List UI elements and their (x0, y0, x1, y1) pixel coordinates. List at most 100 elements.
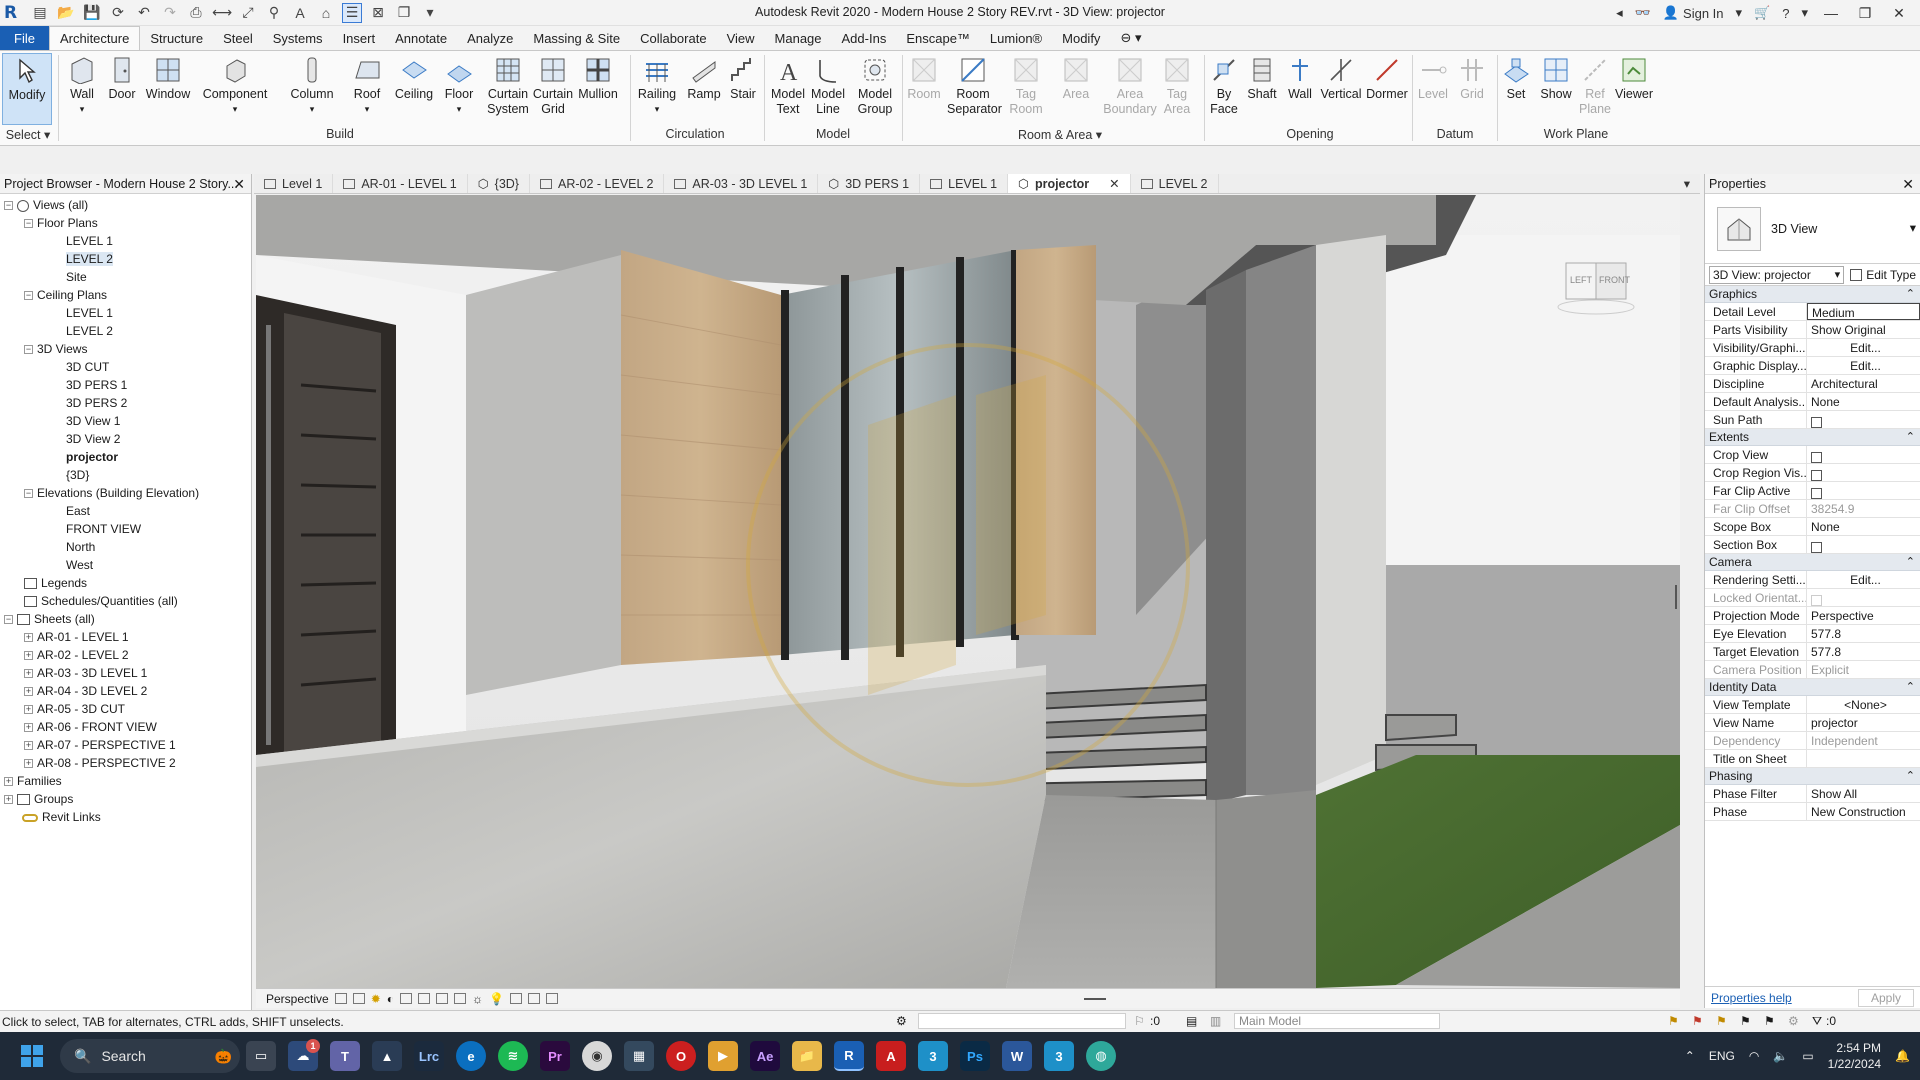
roof-button[interactable]: Roof ▾ (343, 53, 391, 117)
apply-button[interactable]: Apply (1857, 988, 1914, 1007)
dormer-button[interactable]: Dormer (1362, 53, 1412, 102)
workset-icon[interactable]: ⚙ (896, 1014, 907, 1028)
tab-massing-site[interactable]: Massing & Site (523, 26, 630, 50)
tab-annotate[interactable]: Annotate (385, 26, 457, 50)
far-clip-checkbox[interactable] (1811, 487, 1822, 499)
close-hidden-icon[interactable]: ⊠ (368, 3, 388, 23)
tab-analyze[interactable]: Analyze (457, 26, 523, 50)
switch-windows-icon[interactable]: ❐ (394, 3, 414, 23)
revit-taskbar-icon[interactable]: R (834, 1041, 864, 1071)
edge-icon[interactable]: e (456, 1041, 486, 1071)
binoculars-icon[interactable]: 👓 (1635, 5, 1651, 21)
thin-lines-icon[interactable]: ☰ (342, 2, 362, 23)
view-tab-ar-03[interactable]: AR-03 - 3D LEVEL 1 (664, 174, 819, 193)
undo-icon[interactable]: ↶ (134, 3, 154, 23)
type-selector-dropdown-icon[interactable]: ▾ (1910, 220, 1916, 235)
tag-area-button[interactable]: Tag Area (1152, 53, 1202, 117)
reveal-hidden-icon[interactable]: 💡 (489, 992, 504, 1006)
rendering-icon[interactable] (400, 993, 413, 1004)
prop-visibility-graphics[interactable]: Visibility/Graphi... Edit... (1705, 339, 1920, 357)
tab-architecture[interactable]: Architecture (48, 26, 141, 50)
column-button[interactable]: Column ▾ (286, 53, 338, 117)
model-group-button[interactable]: Model Group (850, 53, 900, 117)
word-icon[interactable]: W (1002, 1041, 1032, 1071)
background-process-icon[interactable]: ⚙ (1788, 1014, 1799, 1028)
show-crop-icon[interactable] (436, 993, 449, 1004)
group-camera[interactable]: Camera (1705, 554, 1920, 571)
tree-node-groups[interactable]: + Groups (0, 790, 251, 808)
restore-button[interactable]: ❐ (1854, 5, 1876, 22)
tab-collaborate[interactable]: Collaborate (630, 26, 717, 50)
design-options-icon[interactable]: ▤ (1186, 1014, 1197, 1028)
lightroom-icon[interactable]: Lrc (414, 1041, 444, 1071)
media-player-icon[interactable]: ▶ (708, 1041, 738, 1071)
prop-view-template[interactable]: View Template <None> (1705, 696, 1920, 714)
taskbar-search[interactable]: 🔍 Search 🎃 (60, 1039, 240, 1073)
room-area-panel-label[interactable]: Room & Area ▾ (1000, 127, 1120, 142)
cart-icon[interactable]: 🛒 (1754, 5, 1770, 21)
stair-button[interactable]: Stair (718, 53, 768, 102)
filter-icon[interactable]: ⛛ (1812, 1014, 1822, 1029)
room-separator-button[interactable]: Room Separator (947, 53, 1002, 117)
tab-view[interactable]: View (717, 26, 765, 50)
ceiling-button[interactable]: Ceiling (389, 53, 439, 102)
after-effects-icon[interactable]: Ae (750, 1041, 780, 1071)
tab-enscape[interactable]: Enscape™ (896, 26, 980, 50)
select-pinned-icon[interactable]: ⚑ (1716, 1014, 1727, 1028)
edit-vg-button[interactable]: Edit... (1807, 339, 1920, 356)
tree-node-ar-08[interactable]: + AR-08 - PERSPECTIVE 2 (0, 754, 251, 772)
help-icon[interactable]: ? (1782, 6, 1789, 21)
grid-button[interactable]: Grid (1448, 53, 1496, 102)
photos-icon[interactable]: ▲ (372, 1041, 402, 1071)
premiere-icon[interactable]: Pr (540, 1041, 570, 1071)
tab-add-ins[interactable]: Add-Ins (832, 26, 897, 50)
notifications-icon[interactable]: 🔔 (1895, 1049, 1910, 1063)
view-tab-level-1-b[interactable]: LEVEL 1 (920, 174, 1009, 193)
prop-rendering-settings[interactable]: Rendering Setti... Edit... (1705, 571, 1920, 589)
railing-button[interactable]: Railing ▾ (630, 53, 684, 117)
default-3d-view-icon[interactable]: ⌂ (316, 3, 336, 23)
curtain-grid-button[interactable]: Curtain Grid (528, 53, 578, 117)
lumion-icon[interactable]: ◍ (1086, 1041, 1116, 1071)
view-tab-ar-01[interactable]: AR-01 - LEVEL 1 (333, 174, 468, 193)
tree-node-ceiling-level-1[interactable]: LEVEL 1 (0, 304, 251, 322)
model-line-button[interactable]: Model Line (803, 53, 853, 117)
tree-node-views-all[interactable]: − Views (all) (0, 196, 251, 214)
prop-detail-level[interactable]: Detail Level Medium (1705, 303, 1920, 321)
tag-room-button[interactable]: Tag Room (1000, 53, 1052, 117)
tree-node-ar-03[interactable]: + AR-03 - 3D LEVEL 1 (0, 664, 251, 682)
sign-in-dropdown-icon[interactable]: ▾ (1736, 5, 1743, 21)
prop-title-on-sheet[interactable]: Title on Sheet (1705, 750, 1920, 768)
tree-node-ar-02[interactable]: + AR-02 - LEVEL 2 (0, 646, 251, 664)
tab-manage[interactable]: Manage (765, 26, 832, 50)
editable-only-icon[interactable]: ⚐ (1134, 1014, 1145, 1028)
component-button[interactable]: Component ▾ (200, 53, 270, 117)
tree-node-families[interactable]: + Families (0, 772, 251, 790)
print-icon[interactable]: ⎙ (186, 3, 206, 23)
room-button[interactable]: Room (899, 53, 949, 102)
tree-node-ar-04[interactable]: + AR-04 - 3D LEVEL 2 (0, 682, 251, 700)
prop-target-elevation[interactable]: Target Elevation 577.8 (1705, 643, 1920, 661)
tab-steel[interactable]: Steel (213, 26, 263, 50)
disc-app-icon[interactable]: ◉ (582, 1041, 612, 1071)
view-tab-projector[interactable]: ⬡ projector ✕ (1008, 174, 1131, 193)
workset-dropdown[interactable] (918, 1013, 1126, 1029)
task-view-icon[interactable]: ▭ (246, 1041, 276, 1071)
start-button[interactable] (8, 1032, 56, 1080)
window-button[interactable]: Window (143, 53, 193, 102)
prop-sun-path[interactable]: Sun Path (1705, 411, 1920, 429)
tab-systems[interactable]: Systems (263, 26, 333, 50)
constraints-icon[interactable] (545, 993, 558, 1004)
view-tab-ar-02[interactable]: AR-02 - LEVEL 2 (530, 174, 665, 193)
group-phasing[interactable]: Phasing (1705, 768, 1920, 785)
prop-section-box[interactable]: Section Box (1705, 536, 1920, 554)
analytical-icon[interactable] (527, 993, 540, 1004)
file-explorer-icon[interactable]: 📁 (792, 1041, 822, 1071)
prop-view-name[interactable]: View Name projector (1705, 714, 1920, 732)
tree-node-schedules[interactable]: Schedules/Quantities (all) (0, 592, 251, 610)
tree-node-3d-view-1[interactable]: 3D View 1 (0, 412, 251, 430)
tree-node-east[interactable]: East (0, 502, 251, 520)
tree-node-revit-links[interactable]: Revit Links (0, 808, 251, 826)
mullion-button[interactable]: Mullion (572, 53, 624, 102)
volume-icon[interactable]: 🔈 (1773, 1049, 1788, 1063)
